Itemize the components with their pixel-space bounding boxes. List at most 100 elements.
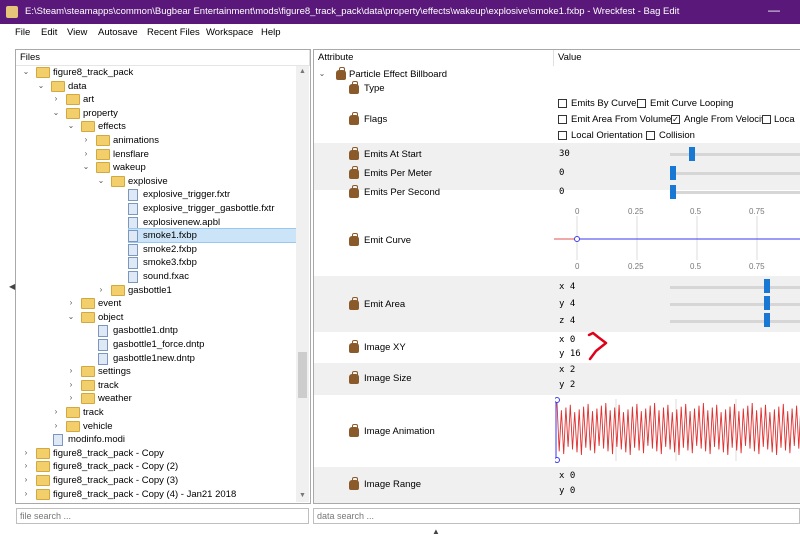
- image-range-y-value[interactable]: y 0: [559, 486, 575, 496]
- chevron-right-icon[interactable]: ›: [22, 489, 30, 498]
- chevron-down-icon[interactable]: ⌄: [97, 176, 105, 185]
- emits-at-start-label[interactable]: Emits At Start: [364, 149, 422, 160]
- scroll-down-icon[interactable]: ▼: [299, 492, 306, 499]
- tree-folder-row[interactable]: ⌄ effects: [16, 120, 296, 133]
- tree-file-row[interactable]: explosive_trigger_gasbottle.fxtr: [16, 202, 296, 215]
- emit-area-z-value[interactable]: z 4: [559, 316, 575, 326]
- emits-per-second-slider-thumb[interactable]: [670, 185, 676, 199]
- tree-folder-row[interactable]: › settings: [16, 365, 296, 378]
- menu-edit[interactable]: Edit: [41, 27, 57, 38]
- image-xy-y-value[interactable]: y 16: [559, 349, 581, 359]
- image-size-label[interactable]: Image Size: [364, 373, 412, 384]
- expand-up-icon[interactable]: ▲: [432, 527, 440, 536]
- image-size-y-value[interactable]: y 2: [559, 380, 575, 390]
- chevron-down-icon[interactable]: ⌄: [67, 122, 75, 130]
- chevron-down-icon[interactable]: ⌄: [37, 81, 45, 90]
- file-search-input[interactable]: file search ...: [16, 508, 309, 524]
- tree-file-row[interactable]: gasbottle1_force.dntp: [16, 338, 296, 351]
- emit-area-x-value[interactable]: x 4: [559, 282, 575, 292]
- emits-per-second-slider[interactable]: [670, 191, 800, 194]
- emits-per-meter-value[interactable]: 0: [559, 168, 564, 178]
- tree-file-row[interactable]: gasbottle1.dntp: [16, 324, 296, 338]
- chevron-right-icon[interactable]: ›: [67, 367, 75, 375]
- image-xy-x-value[interactable]: x 0: [559, 335, 575, 345]
- emit-area-x-slider[interactable]: [670, 286, 800, 289]
- emit-area-z-slider-thumb[interactable]: [764, 313, 770, 327]
- image-range-label[interactable]: Image Range: [364, 479, 421, 490]
- emits-per-meter-label[interactable]: Emits Per Meter: [364, 168, 432, 179]
- chevron-down-icon[interactable]: ⌄: [82, 163, 90, 171]
- tree-folder-row[interactable]: ⌄ property: [16, 107, 296, 120]
- image-xy-label[interactable]: Image XY: [364, 342, 406, 353]
- tree-folder-row[interactable]: › track: [16, 406, 296, 419]
- emits-per-second-label[interactable]: Emits Per Second: [364, 187, 440, 198]
- menu-workspace[interactable]: Workspace: [206, 27, 253, 38]
- tree-scrollbar[interactable]: ▲ ▼: [296, 66, 309, 502]
- flag-local-orientation-checkbox[interactable]: [558, 131, 567, 140]
- tree-file-row[interactable]: modinfo.modi: [16, 433, 296, 447]
- emits-per-meter-slider-thumb[interactable]: [670, 166, 676, 180]
- tree-folder-row[interactable]: › figure8_track_pack - Copy (4) - Jan21 2…: [16, 488, 296, 501]
- chevron-right-icon[interactable]: ›: [52, 95, 60, 103]
- chevron-right-icon[interactable]: ›: [22, 448, 30, 457]
- emit-area-z-slider[interactable]: [670, 320, 800, 323]
- image-animation-graph[interactable]: [555, 397, 800, 463]
- tree-folder-row[interactable]: ⌄ figure8_track_pack: [16, 66, 296, 79]
- emits-per-second-value[interactable]: 0: [559, 187, 564, 197]
- tree-folder-row[interactable]: ⌄ data: [16, 80, 296, 93]
- emit-area-label[interactable]: Emit Area: [364, 299, 405, 310]
- image-size-x-value[interactable]: x 2: [559, 365, 575, 375]
- chevron-down-icon[interactable]: ⌄: [22, 68, 30, 76]
- chevron-right-icon[interactable]: ›: [52, 421, 60, 430]
- menu-file[interactable]: File: [15, 27, 30, 38]
- chevron-right-icon[interactable]: ›: [22, 462, 30, 470]
- chevron-right-icon[interactable]: ›: [82, 149, 90, 158]
- tree-file-row[interactable]: smoke2.fxbp: [16, 243, 296, 256]
- tree-file-row[interactable]: smoke1.fxbp: [16, 229, 296, 243]
- flag-emit-area-from-volume-checkbox[interactable]: [558, 115, 567, 124]
- tree-file-row[interactable]: explosive_trigger.fxtr: [16, 188, 296, 202]
- emit-curve-label[interactable]: Emit Curve: [364, 235, 411, 246]
- flag-local-checkbox[interactable]: [762, 115, 771, 124]
- image-animation-label[interactable]: Image Animation: [364, 426, 435, 437]
- value-column-header[interactable]: Value: [554, 50, 800, 66]
- menu-autosave[interactable]: Autosave: [98, 27, 138, 38]
- tree-file-row[interactable]: sound.fxac: [16, 270, 296, 283]
- emit-area-y-value[interactable]: y 4: [559, 299, 575, 309]
- tree-folder-row[interactable]: › weather: [16, 392, 296, 405]
- attribute-column-header[interactable]: Attribute: [314, 50, 554, 66]
- emit-area-x-slider-thumb[interactable]: [764, 279, 770, 293]
- root-expand-icon[interactable]: ⌄: [318, 70, 326, 78]
- tree-folder-row[interactable]: › figure8_track_pack - Copy (2): [16, 460, 296, 473]
- flags-label[interactable]: Flags: [364, 114, 387, 125]
- emit-area-y-slider[interactable]: [670, 303, 800, 306]
- emits-at-start-value[interactable]: 30: [559, 149, 570, 159]
- tree-file-row[interactable]: gasbottle1new.dntp: [16, 352, 296, 365]
- chevron-right-icon[interactable]: ›: [67, 299, 75, 307]
- flag-angle-from-velocity-checkbox[interactable]: ✓: [671, 115, 680, 124]
- minimize-button[interactable]: —: [760, 3, 788, 19]
- flag-emit-curve-looping-checkbox[interactable]: [637, 99, 646, 108]
- chevron-right-icon[interactable]: ›: [67, 394, 75, 402]
- root-node-label[interactable]: Particle Effect Billboard: [349, 69, 447, 80]
- tree-file-row[interactable]: smoke3.fxbp: [16, 256, 296, 270]
- emits-per-meter-slider[interactable]: [670, 172, 800, 175]
- tree-folder-row[interactable]: › animations: [16, 134, 296, 147]
- chevron-down-icon[interactable]: ⌄: [67, 312, 75, 321]
- tree-folder-row[interactable]: › lensflare: [16, 148, 296, 161]
- emit-area-y-slider-thumb[interactable]: [764, 296, 770, 310]
- tree-folder-row[interactable]: › figure8_track_pack - Copy: [16, 447, 296, 460]
- chevron-right-icon[interactable]: ›: [52, 408, 60, 416]
- tree-folder-row[interactable]: › art: [16, 93, 296, 106]
- tree-folder-row[interactable]: ⌄ object: [16, 311, 296, 324]
- flag-collision-checkbox[interactable]: [646, 131, 655, 140]
- menu-recent-files[interactable]: Recent Files: [147, 27, 200, 38]
- menu-view[interactable]: View: [67, 27, 87, 38]
- tree-file-row[interactable]: explosivenew.apbl: [16, 216, 296, 229]
- menu-help[interactable]: Help: [261, 27, 281, 38]
- tree-folder-row[interactable]: ⌄ explosive: [16, 175, 296, 188]
- chevron-right-icon[interactable]: ›: [67, 380, 75, 389]
- chevron-right-icon[interactable]: ›: [82, 136, 90, 144]
- chevron-right-icon[interactable]: ›: [22, 476, 30, 484]
- scroll-up-icon[interactable]: ▲: [299, 68, 306, 75]
